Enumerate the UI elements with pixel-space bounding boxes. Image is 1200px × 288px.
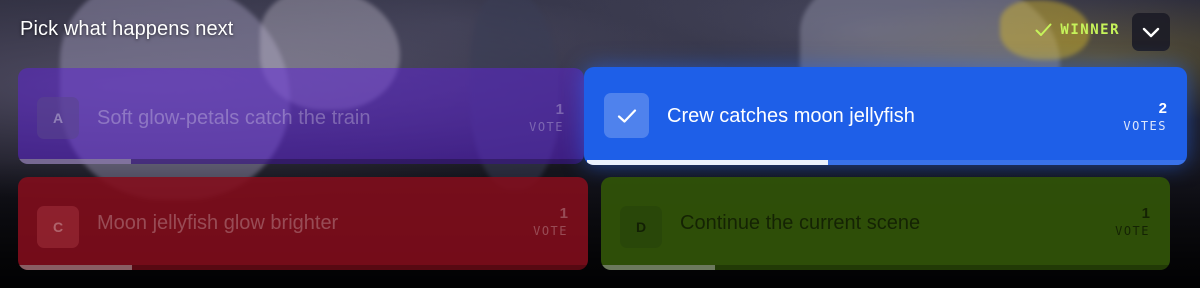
option-letter-badge: A bbox=[37, 97, 79, 139]
chevron-down-icon bbox=[1142, 27, 1160, 38]
vote-unit: VOTES bbox=[1123, 119, 1167, 133]
option-label: Crew catches moon jellyfish bbox=[667, 104, 915, 127]
selected-checkbox bbox=[604, 93, 649, 138]
poll-option-d[interactable]: D Continue the current scene 1 VOTE bbox=[601, 177, 1170, 270]
vote-progress-fill bbox=[18, 159, 132, 164]
vote-number: 2 bbox=[1158, 100, 1167, 117]
vote-progress-fill bbox=[18, 265, 132, 270]
video-stage: Pick what happens next WINNER A Soft glo… bbox=[0, 0, 1200, 288]
checkmark-icon bbox=[617, 108, 636, 123]
checkmark-icon bbox=[1035, 23, 1052, 36]
vote-count: 1 VOTE bbox=[529, 101, 564, 135]
vote-number: 1 bbox=[1141, 205, 1150, 222]
vote-progress-fill bbox=[601, 265, 715, 270]
collapse-poll-button[interactable] bbox=[1132, 13, 1170, 51]
option-letter-badge: C bbox=[37, 206, 79, 248]
vote-unit: VOTE bbox=[1115, 224, 1150, 238]
poll-option-c[interactable]: C Moon jellyfish glow brighter 1 VOTE bbox=[18, 177, 588, 270]
option-label: Continue the current scene bbox=[680, 212, 921, 234]
vote-number: 1 bbox=[559, 205, 568, 222]
vote-unit: VOTE bbox=[529, 120, 564, 134]
poll-title: Pick what happens next bbox=[20, 18, 234, 40]
vote-count: 1 VOTE bbox=[533, 205, 568, 239]
option-letter-badge: D bbox=[620, 206, 662, 248]
vote-unit: VOTE bbox=[533, 224, 568, 238]
poll-option-b-winner[interactable]: Crew catches moon jellyfish 2 VOTES bbox=[584, 67, 1187, 165]
winner-badge: WINNER bbox=[1035, 22, 1120, 38]
option-label: Soft glow-petals catch the train bbox=[97, 106, 371, 129]
vote-count: 1 VOTE bbox=[1115, 205, 1150, 239]
winner-label: WINNER bbox=[1060, 22, 1120, 38]
poll-option-a[interactable]: A Soft glow-petals catch the train 1 VOT… bbox=[18, 68, 584, 164]
vote-count: 2 VOTES bbox=[1123, 100, 1167, 134]
option-label: Moon jellyfish glow brighter bbox=[97, 212, 339, 234]
vote-number: 1 bbox=[555, 101, 564, 118]
vote-progress-fill bbox=[587, 160, 829, 165]
